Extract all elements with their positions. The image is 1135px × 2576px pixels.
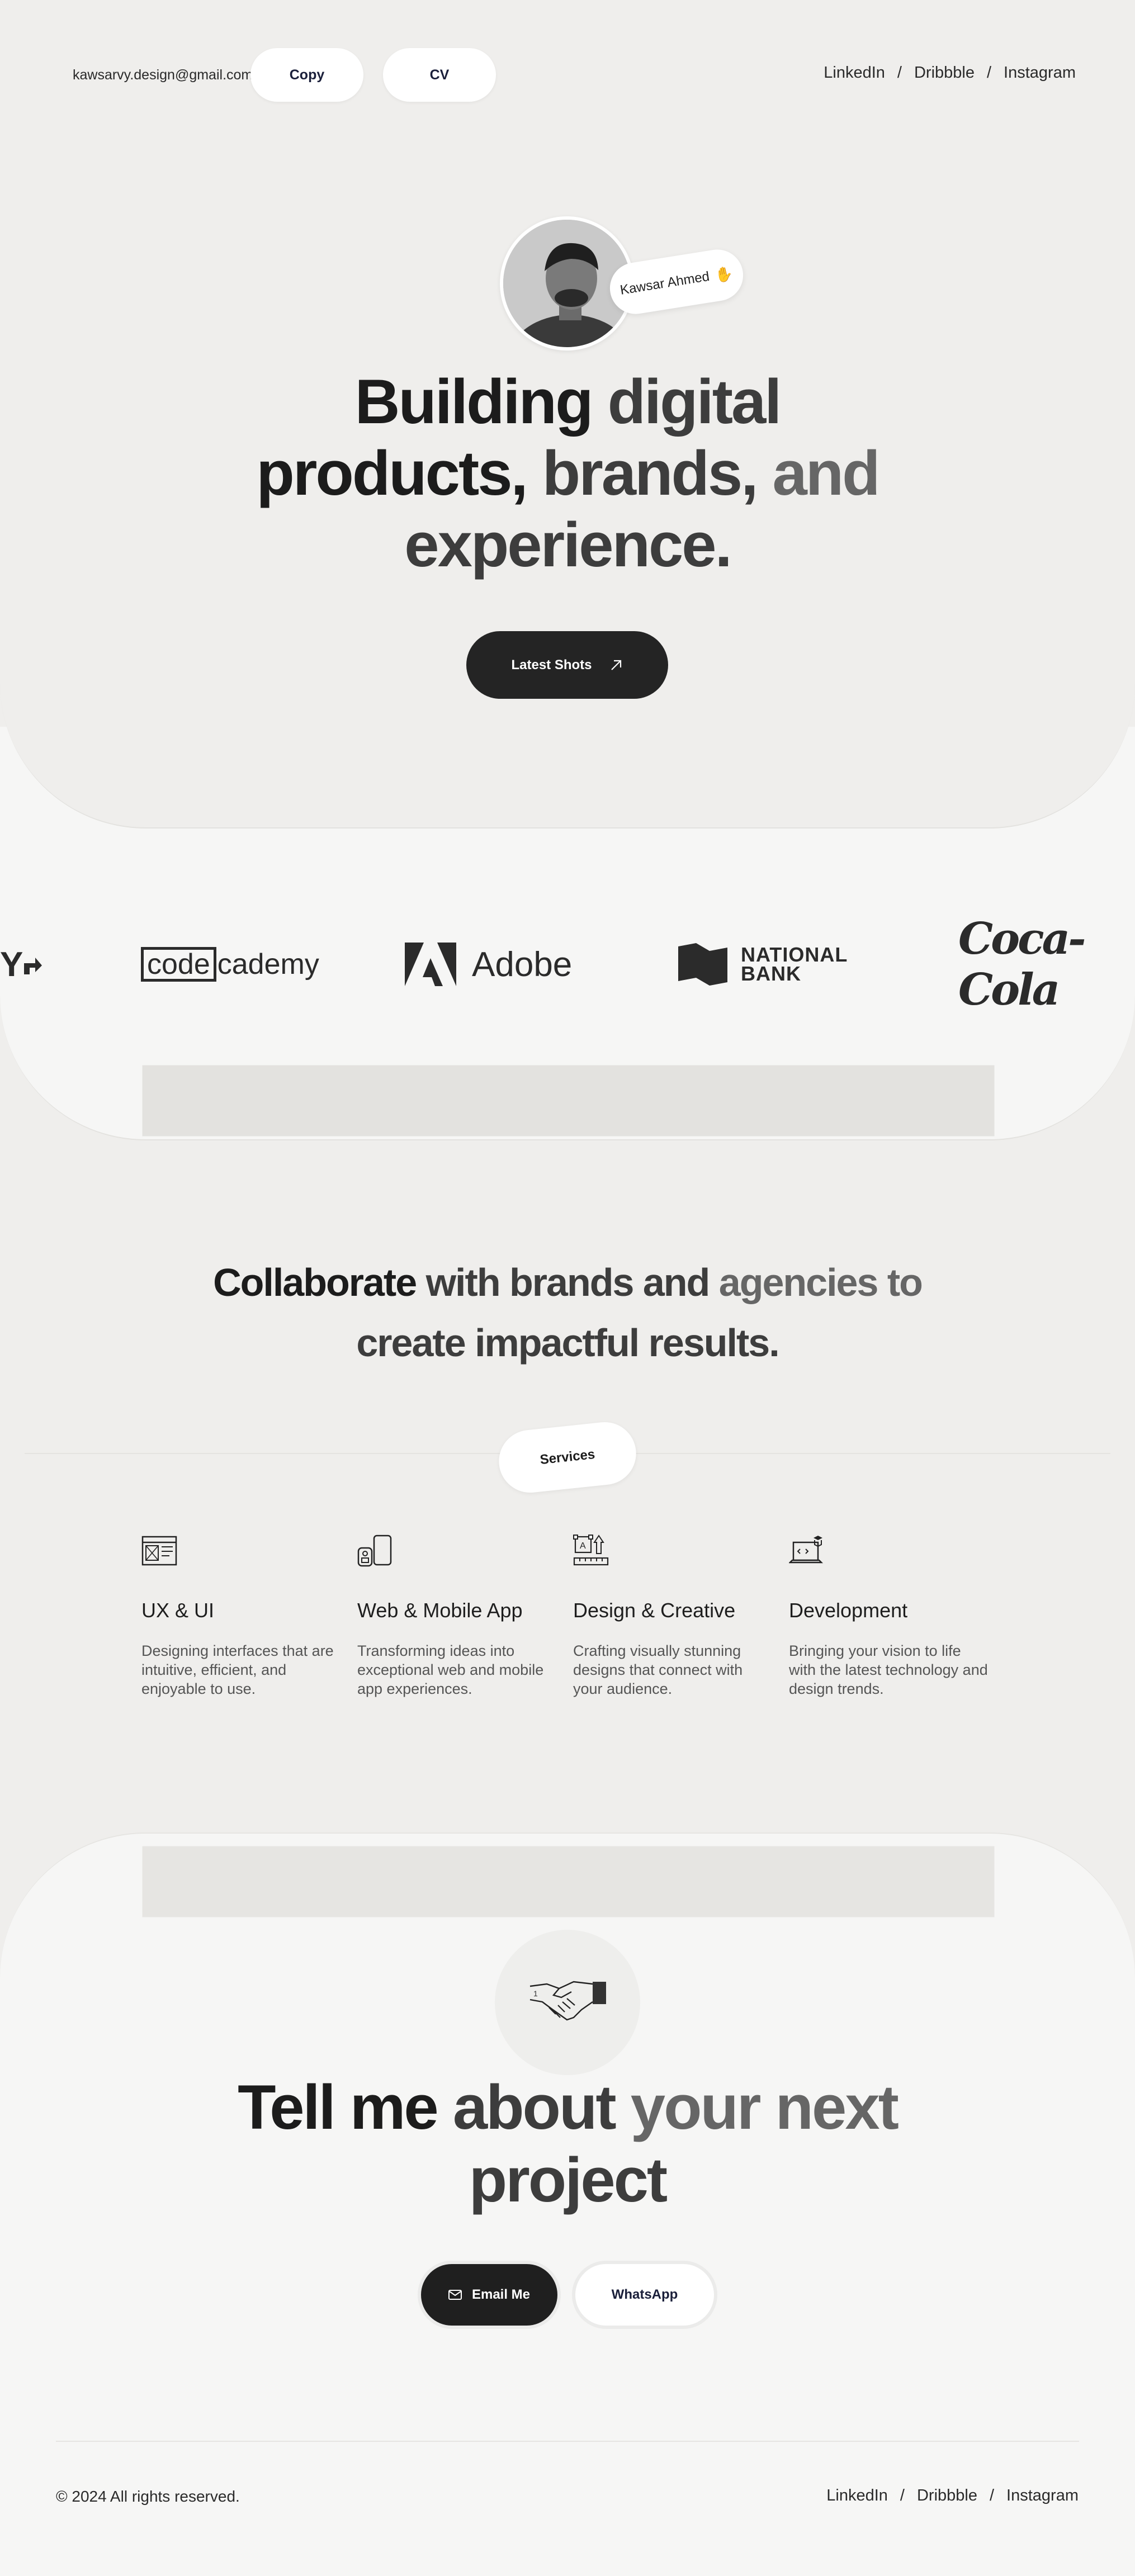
footer-social-nav: LinkedIn / Dribbble / Instagram <box>826 2487 1079 2505</box>
national-bank-logo: NATIONAL BANK <box>678 939 848 989</box>
nav-separator: / <box>897 64 902 82</box>
hero-section: kawsarvy.design@gmail.com Copy CV Linked… <box>0 0 1135 828</box>
codecademy-logo-box: code <box>141 947 216 982</box>
service-title: Development <box>789 1599 908 1622</box>
contact-email: kawsarvy.design@gmail.com <box>73 67 253 83</box>
headline-word: create impactful results. <box>356 1321 779 1365</box>
services-tag: Services <box>495 1419 640 1496</box>
nav-separator: / <box>900 2487 905 2504</box>
headline-word: agencies to <box>718 1261 923 1304</box>
laptop-code-icon <box>788 1536 824 1564</box>
headline-word: about <box>452 2072 617 2142</box>
service-description: Crafting visually stunning designs that … <box>573 1642 743 1697</box>
hero-headline: Building digital products, brands, and e… <box>0 366 1135 581</box>
nav-separator: / <box>989 2487 995 2504</box>
copy-email-button[interactable]: Copy <box>250 48 363 102</box>
svg-text:1: 1 <box>533 1989 538 1998</box>
ux-wireframe-icon <box>141 1536 177 1566</box>
handshake-badge: 1 <box>495 1930 640 2075</box>
top-social-nav: LinkedIn / Dribbble / Instagram <box>824 64 1076 82</box>
latest-shots-button[interactable]: Latest Shots <box>466 631 668 699</box>
email-me-label: Email Me <box>471 2287 531 2302</box>
headline-word: with brands and <box>425 1261 711 1304</box>
headline-word: and <box>772 438 880 508</box>
nav-link-instagram[interactable]: Instagram <box>1004 64 1076 82</box>
email-me-button[interactable]: Email Me <box>421 2264 557 2326</box>
arrow-up-right-icon <box>611 660 621 670</box>
svg-text:A: A <box>580 1541 586 1551</box>
nav-link-linkedin[interactable]: LinkedIn <box>824 64 885 82</box>
partial-logo: Y <box>0 939 43 989</box>
service-title: Design & Creative <box>573 1599 736 1622</box>
headline-word: Collaborate <box>213 1261 417 1304</box>
footer-link-instagram[interactable]: Instagram <box>1006 2487 1079 2505</box>
mail-icon <box>448 2290 462 2300</box>
headline-word: Building <box>354 367 594 437</box>
headline-word: brands, <box>542 438 759 508</box>
mobile-devices-icon <box>357 1535 392 1567</box>
adobe-mark-icon <box>405 943 456 986</box>
service-web-mobile: Web & Mobile App Transforming ideas into… <box>357 1535 559 1698</box>
collaborate-headline: Collaborate with brands and agencies to … <box>0 1252 1135 1373</box>
national-bank-line1: NATIONAL <box>741 943 848 966</box>
adobe-logo-text: Adobe <box>472 945 573 984</box>
footer-divider <box>56 2441 1079 2442</box>
partial-logo-text: Y <box>0 945 23 984</box>
whatsapp-button[interactable]: WhatsApp <box>575 2264 714 2326</box>
nav-separator: / <box>986 64 992 82</box>
waving-hand-icon: ✋ <box>713 264 734 284</box>
headline-word: your next <box>630 2072 899 2142</box>
footer-link-linkedin[interactable]: LinkedIn <box>826 2487 888 2505</box>
national-bank-line2: BANK <box>741 962 801 985</box>
coca-cola-logo: Coca-Cola <box>958 913 1086 1015</box>
national-bank-mark-icon <box>678 943 727 986</box>
service-title: Web & Mobile App <box>357 1599 523 1622</box>
client-logo-row: Y code cademy Adobe NATIONAL BANK Coca-C… <box>0 913 1135 1015</box>
service-description: Designing interfaces that are intuitive,… <box>141 1642 334 1697</box>
latest-shots-label: Latest Shots <box>511 657 592 673</box>
headline-word: products, <box>256 438 528 508</box>
design-tools-icon: A <box>573 1535 609 1566</box>
nav-link-dribbble[interactable]: Dribbble <box>914 64 975 82</box>
name-label: Kawsar Ahmed <box>619 268 711 298</box>
headline-word: experience. <box>404 510 732 580</box>
headline-word: project <box>469 2145 668 2215</box>
adobe-logo: Adobe <box>405 939 572 989</box>
footer-link-dribbble[interactable]: Dribbble <box>917 2487 977 2505</box>
codecademy-logo-text: cademy <box>217 948 319 981</box>
service-design-creative: A Design & Creative Crafting visually st… <box>573 1535 774 1698</box>
headline-word: digital <box>607 367 782 437</box>
service-development: Development Bringing your vision to life… <box>788 1535 990 1698</box>
arrow-logo-icon <box>24 958 42 974</box>
contact-headline: Tell me about your next project <box>0 2071 1135 2217</box>
service-description: Bringing your vision to life with the la… <box>789 1642 988 1697</box>
service-ux-ui: UX & UI Designing interfaces that are in… <box>141 1535 343 1698</box>
headline-word: Tell me <box>238 2072 439 2142</box>
handshake-icon: 1 <box>529 1981 606 2021</box>
copyright-text: © 2024 All rights reserved. <box>56 2488 240 2505</box>
service-title: UX & UI <box>141 1599 215 1622</box>
cv-button[interactable]: CV <box>383 48 496 102</box>
service-description: Transforming ideas into exceptional web … <box>357 1642 544 1697</box>
codecademy-logo: code cademy <box>141 939 319 989</box>
